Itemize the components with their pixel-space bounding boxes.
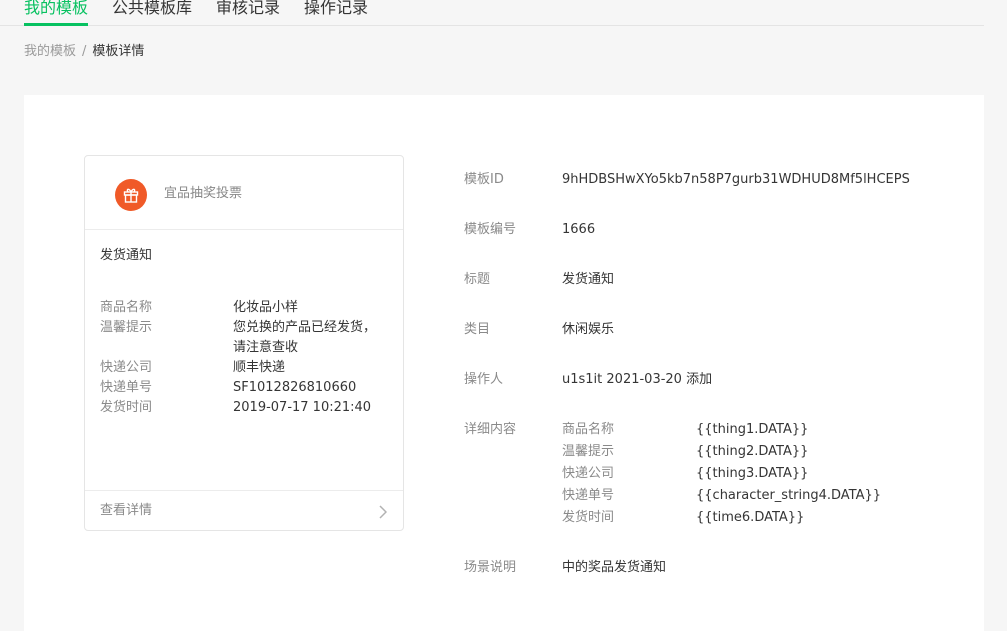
detail-field-key: 温馨提示 <box>562 444 615 459</box>
preview-field-value: SF1012826810660 <box>233 380 357 395</box>
preview-account-name: 宜品抽奖投票 <box>164 186 243 201</box>
preview-header: 宜品抽奖投票 <box>85 156 403 230</box>
preview-field-key: 快递公司 <box>100 360 153 375</box>
template-id-value: 9hHDBSHwXYo5kb7n58P7gurb31WDHUD8Mf5lHCEP… <box>562 172 910 187</box>
preview-field-row: 温馨提示 您兑换的产品已经发货，请注意查收 <box>100 318 395 358</box>
scene-value: 中的奖品发货通知 <box>562 560 667 575</box>
info-label: 模板ID <box>464 172 504 187</box>
template-no-value: 1666 <box>562 222 596 237</box>
detail-field-row: 发货时间 {{time6.DATA}} <box>562 507 881 529</box>
preview-field-value: 化妆品小样 <box>233 300 299 315</box>
detail-field-value: {{time6.DATA}} <box>696 510 805 525</box>
preview-field-key: 快递单号 <box>100 380 153 395</box>
operator-value: u1s1it 2021-03-20 添加 <box>562 372 713 387</box>
chevron-right-icon <box>379 504 388 523</box>
detail-field-row: 快递公司 {{thing3.DATA}} <box>562 463 881 485</box>
detail-field-row: 商品名称 {{thing1.DATA}} <box>562 419 881 441</box>
detail-field-row: 温馨提示 {{thing2.DATA}} <box>562 441 881 463</box>
preview-field-row: 发货时间 2019-07-17 10:21:40 <box>100 398 395 418</box>
tab-public-library[interactable]: 公共模板库 <box>112 0 192 19</box>
info-label: 模板编号 <box>464 222 517 237</box>
detail-field-key: 快递单号 <box>562 488 615 503</box>
preview-field-row: 快递单号 SF1012826810660 <box>100 378 395 398</box>
info-label: 详细内容 <box>464 422 517 437</box>
tab-operation-records[interactable]: 操作记录 <box>304 0 368 19</box>
gift-icon <box>115 179 147 211</box>
detail-field-key: 商品名称 <box>562 422 615 437</box>
preview-field-value: 您兑换的产品已经发货，请注意查收 <box>233 320 377 355</box>
info-label: 标题 <box>464 272 491 287</box>
detail-field-value: {{thing3.DATA}} <box>696 466 809 481</box>
active-tab-indicator <box>24 23 88 26</box>
info-row-template-id: 模板ID 9hHDBSHwXYo5kb7n58P7gurb31WDHUD8Mf5… <box>464 171 924 189</box>
detail-panel: 宜品抽奖投票 发货通知 商品名称 化妆品小样 温馨提示 您兑换的产品已经发货，请… <box>24 95 984 631</box>
category-value: 休闲娱乐 <box>562 322 615 337</box>
detail-field-value: {{character_string4.DATA}} <box>696 488 882 503</box>
detail-field-key: 快递公司 <box>562 466 615 481</box>
detail-field-row: 快递单号 {{character_string4.DATA}} <box>562 485 881 507</box>
preview-field-value: 2019-07-17 10:21:40 <box>233 400 372 415</box>
preview-field-value: 顺丰快递 <box>233 360 286 375</box>
info-row-scene: 场景说明 中的奖品发货通知 <box>464 559 666 577</box>
detail-fields: 商品名称 {{thing1.DATA}} 温馨提示 {{thing2.DATA}… <box>562 419 881 529</box>
preview-detail-label: 查看详情 <box>100 503 153 518</box>
breadcrumb-separator: / <box>82 44 87 59</box>
preview-field-key: 商品名称 <box>100 300 153 315</box>
preview-field-key: 温馨提示 <box>100 320 153 335</box>
info-row-category: 类目 休闲娱乐 <box>464 321 614 339</box>
preview-detail-link[interactable]: 查看详情 <box>85 490 403 531</box>
preview-field-row: 快递公司 顺丰快递 <box>100 358 395 378</box>
info-label: 操作人 <box>464 372 504 387</box>
template-preview-card: 宜品抽奖投票 发货通知 商品名称 化妆品小样 温馨提示 您兑换的产品已经发货，请… <box>84 155 404 531</box>
info-row-title: 标题 发货通知 <box>464 271 614 289</box>
info-row-detail-content: 详细内容 商品名称 {{thing1.DATA}} 温馨提示 {{thing2.… <box>464 421 881 529</box>
detail-field-value: {{thing2.DATA}} <box>696 444 809 459</box>
info-label: 类目 <box>464 322 491 337</box>
detail-field-value: {{thing1.DATA}} <box>696 422 809 437</box>
title-value: 发货通知 <box>562 272 615 287</box>
preview-field-key: 发货时间 <box>100 400 153 415</box>
info-row-operator: 操作人 u1s1it 2021-03-20 添加 <box>464 371 712 389</box>
tab-my-templates[interactable]: 我的模板 <box>24 0 88 19</box>
tab-review-records[interactable]: 审核记录 <box>216 0 280 19</box>
detail-field-key: 发货时间 <box>562 510 615 525</box>
preview-title: 发货通知 <box>100 248 153 263</box>
breadcrumb-current: 模板详情 <box>92 44 145 59</box>
info-row-template-no: 模板编号 1666 <box>464 221 595 239</box>
breadcrumb-parent[interactable]: 我的模板 <box>24 44 76 59</box>
tab-bar: 我的模板 公共模板库 审核记录 操作记录 <box>0 0 984 26</box>
breadcrumb: 我的模板 / 模板详情 <box>24 43 144 61</box>
preview-fields: 商品名称 化妆品小样 温馨提示 您兑换的产品已经发货，请注意查收 快递公司 顺丰… <box>100 298 395 418</box>
info-label: 场景说明 <box>464 560 517 575</box>
preview-field-row: 商品名称 化妆品小样 <box>100 298 395 318</box>
